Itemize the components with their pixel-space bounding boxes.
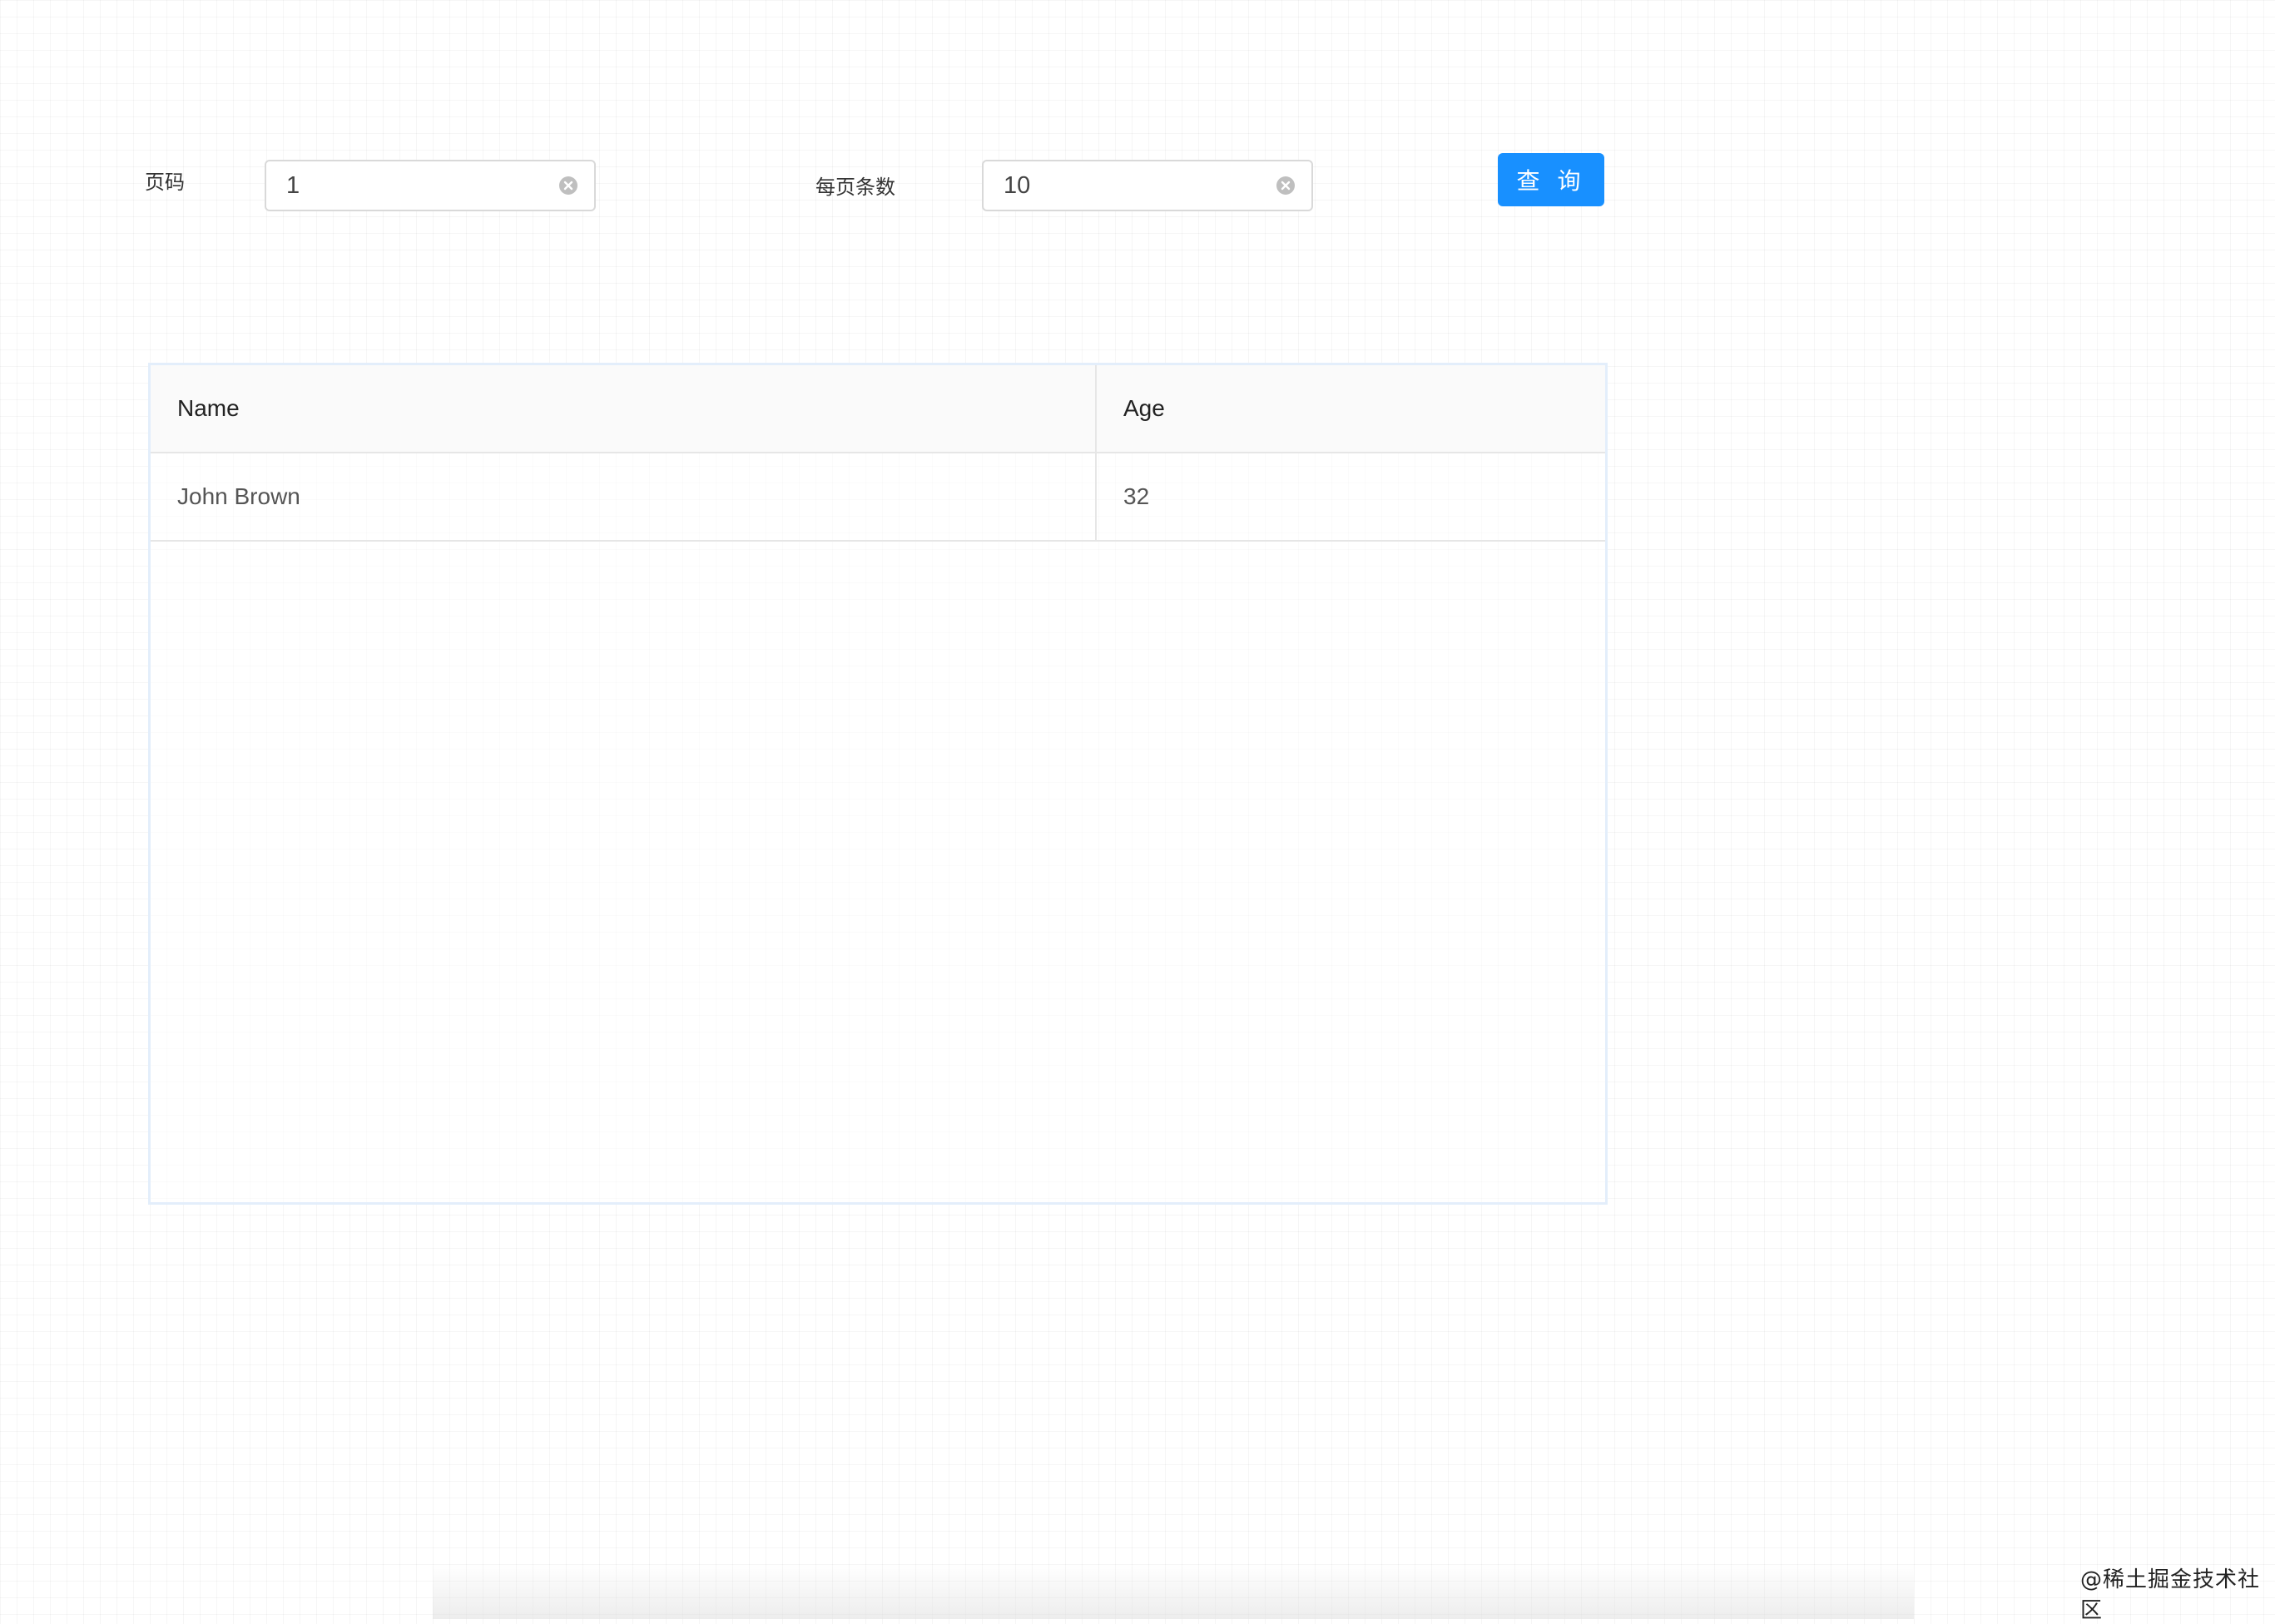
page-number-field[interactable] — [265, 160, 596, 211]
page-size-field[interactable] — [982, 160, 1313, 211]
clear-icon[interactable] — [1276, 176, 1295, 195]
table-header-row: Name Age — [151, 365, 1605, 453]
data-table: Name Age John Brown 32 — [148, 363, 1608, 1205]
page-number-label: 页码 — [145, 171, 185, 194]
page-number-input[interactable] — [286, 161, 553, 210]
table-cell-age: 32 — [1123, 483, 1150, 509]
bottom-shadow — [433, 1564, 1914, 1619]
watermark: @稀土掘金技术社区 — [2080, 1567, 2261, 1623]
page-size-label: 每页条数 — [815, 176, 895, 199]
page-size-input[interactable] — [1004, 161, 1270, 210]
column-header-name[interactable]: Name — [151, 365, 1097, 452]
column-header-age[interactable]: Age — [1097, 365, 1605, 452]
clear-icon[interactable] — [559, 176, 577, 195]
query-button[interactable]: 查 询 — [1498, 153, 1604, 206]
table-cell-name: John Brown — [151, 453, 1097, 540]
table-row[interactable]: John Brown 32 — [151, 453, 1605, 542]
